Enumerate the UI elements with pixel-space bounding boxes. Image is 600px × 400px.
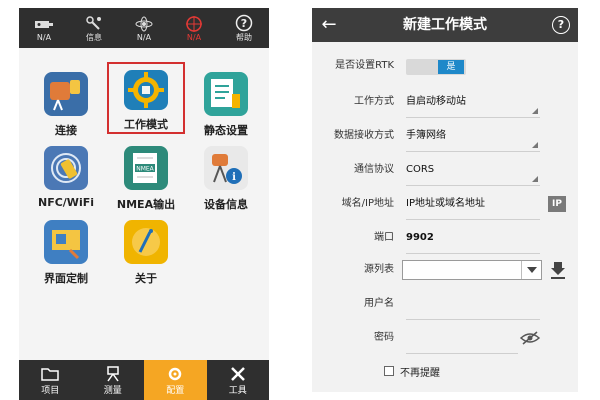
source-list-row: 源列表	[312, 254, 578, 286]
status-target[interactable]: N/A	[169, 8, 219, 48]
survey-icon	[105, 365, 121, 383]
target-icon	[185, 15, 203, 33]
nav-config-label: 配置	[166, 385, 185, 396]
work-method-row: 工作方式 自启动移动站	[312, 86, 578, 118]
tile-static-settings[interactable]: 静态设置	[187, 66, 265, 138]
folder-icon	[41, 365, 59, 383]
tile-connect-label: 连接	[55, 124, 77, 137]
username-label: 用户名	[364, 298, 394, 309]
status-target-label: N/A	[186, 32, 202, 42]
work-method-select[interactable]: 自启动移动站	[406, 86, 540, 118]
status-network-label: N/A	[136, 32, 152, 42]
tile-device-info[interactable]: i 设备信息	[187, 140, 265, 212]
static-settings-icon	[204, 72, 248, 116]
rtk-label: 是否设置RTK	[335, 60, 394, 71]
status-network[interactable]: N/A	[119, 8, 169, 48]
password-row: 密码	[312, 322, 578, 354]
tile-nmea-output[interactable]: NMEA NMEA输出	[107, 140, 185, 212]
work-method-label: 工作方式	[354, 96, 394, 107]
ip-button[interactable]: IP	[548, 196, 566, 212]
status-help[interactable]: ? 帮助	[219, 8, 269, 48]
username-row: 用户名	[312, 288, 578, 320]
domain-label: 域名/IP地址	[341, 198, 394, 209]
tile-ui-customize[interactable]: 界面定制	[27, 214, 105, 286]
source-list-label: 源列表	[364, 264, 394, 275]
connect-icon	[44, 72, 88, 116]
nav-survey[interactable]: 测量	[82, 360, 145, 400]
rtk-toggle-on: 是	[438, 60, 464, 74]
nav-survey-label: 测量	[103, 385, 122, 396]
port-row: 端口 9902	[312, 222, 578, 254]
svg-text:?: ?	[241, 17, 247, 30]
satellite-info-icon	[85, 14, 103, 32]
svg-text:i: i	[232, 172, 236, 183]
app-bar: ← 新建工作模式 ?	[312, 8, 578, 42]
tile-nmea-output-label: NMEA输出	[116, 198, 176, 211]
right-phone-screen: ← 新建工作模式 ? 是否设置RTK 是 工作方式 自启动移动站 数据接收方式 …	[312, 8, 578, 392]
settings-gear-icon	[167, 365, 183, 383]
tile-work-mode[interactable]: 工作模式	[107, 62, 185, 134]
nav-tools[interactable]: 工具	[207, 360, 270, 400]
bottom-nav: 项目 测量 配置 工具	[19, 360, 269, 400]
tile-nfc-wifi[interactable]: NFC/WiFi	[27, 140, 105, 212]
checkbox-icon	[384, 366, 394, 376]
domain-input[interactable]: IP地址或域名地址	[406, 188, 540, 220]
no-remind-label: 不再提醒	[400, 367, 440, 379]
left-phone-screen: N/A 信息 N/A N/A ? 帮助 连接 工作模式 静态设置 NFC/WiF…	[19, 8, 269, 400]
status-info[interactable]: 信息	[69, 8, 119, 48]
protocol-select[interactable]: CORS	[406, 154, 540, 186]
help-icon: ?	[235, 14, 253, 32]
nav-tools-label: 工具	[228, 385, 247, 396]
about-icon	[124, 220, 168, 264]
tile-ui-customize-label: 界面定制	[44, 272, 88, 285]
network-icon	[135, 15, 153, 33]
status-info-label: 信息	[86, 32, 102, 42]
nav-config[interactable]: 配置	[144, 360, 207, 400]
nav-project[interactable]: 项目	[19, 360, 82, 400]
ui-customize-icon	[44, 220, 88, 264]
status-device-label: N/A	[36, 32, 52, 42]
domain-row: 域名/IP地址 IP地址或域名地址 IP	[312, 188, 578, 220]
status-bar: N/A 信息 N/A N/A ? 帮助	[19, 8, 269, 48]
protocol-row: 通信协议 CORS	[312, 154, 578, 186]
rtk-row: 是否设置RTK 是	[312, 50, 578, 82]
rtk-toggle[interactable]: 是	[406, 59, 466, 75]
dropdown-corner-icon	[532, 108, 538, 114]
port-label: 端口	[374, 232, 394, 243]
page-title: 新建工作模式	[403, 17, 487, 33]
download-icon[interactable]	[550, 260, 566, 280]
password-label: 密码	[374, 332, 394, 343]
password-input[interactable]	[406, 322, 518, 354]
port-input[interactable]: 9902	[406, 222, 540, 254]
nmea-output-icon: NMEA	[124, 146, 168, 190]
protocol-label: 通信协议	[354, 164, 394, 175]
data-receive-select[interactable]: 手簿网络	[406, 120, 540, 152]
status-help-label: 帮助	[236, 32, 252, 42]
device-info-icon: i	[204, 146, 248, 190]
data-receive-label: 数据接收方式	[334, 130, 394, 141]
tile-work-mode-label: 工作模式	[124, 118, 168, 131]
tile-about[interactable]: 关于	[107, 214, 185, 286]
no-remind-checkbox[interactable]: 不再提醒	[384, 363, 440, 379]
dropdown-corner-icon	[532, 176, 538, 182]
nfc-wifi-icon	[44, 146, 88, 190]
tile-connect[interactable]: 连接	[27, 66, 105, 138]
nav-project-label: 项目	[41, 385, 60, 396]
tile-nfc-wifi-label: NFC/WiFi	[38, 196, 94, 209]
data-receive-row: 数据接收方式 手簿网络	[312, 120, 578, 152]
help-icon[interactable]: ?	[552, 16, 570, 34]
tools-icon	[230, 365, 246, 383]
source-list-select[interactable]	[402, 260, 542, 280]
device-icon	[34, 15, 54, 33]
svg-text:NMEA: NMEA	[136, 166, 154, 173]
username-input[interactable]	[406, 288, 540, 320]
status-device[interactable]: N/A	[19, 8, 69, 48]
tile-about-label: 关于	[135, 272, 157, 285]
dropdown-corner-icon	[532, 142, 538, 148]
chevron-down-icon	[521, 261, 541, 279]
work-mode-icon	[124, 70, 168, 110]
tile-device-info-label: 设备信息	[204, 198, 248, 211]
tile-static-settings-label: 静态设置	[204, 124, 248, 137]
eye-hidden-icon[interactable]	[519, 330, 541, 346]
